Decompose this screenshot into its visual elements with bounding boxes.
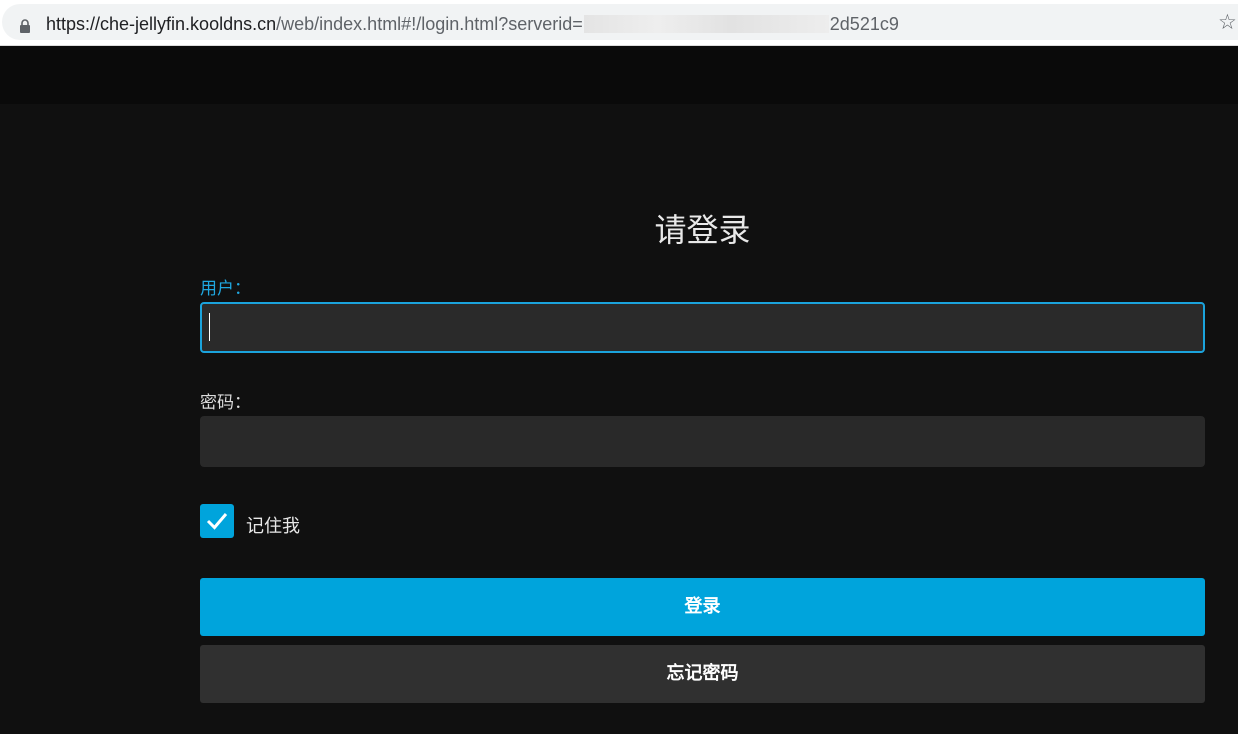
url-tail: 2d521c9: [829, 14, 899, 34]
page-title: 请登录: [654, 211, 751, 249]
lock-icon: [20, 19, 30, 33]
checkmark-icon: [206, 513, 228, 530]
redacted-server-id: [583, 15, 829, 33]
login-button[interactable]: 登录: [200, 578, 1205, 636]
url-path: /web/index.html#!/login.html?serverid=: [276, 14, 583, 34]
address-bar[interactable]: https://che-jellyfin.kooldns.cn/web/inde…: [2, 4, 1238, 40]
app-header: [0, 46, 1238, 104]
url-host: https://che-jellyfin.kooldns.cn: [46, 14, 277, 34]
forgot-password-button[interactable]: 忘记密码: [200, 645, 1205, 703]
browser-toolbar: https://che-jellyfin.kooldns.cn/web/inde…: [0, 0, 1238, 46]
bookmark-star-icon[interactable]: ☆: [1218, 11, 1237, 33]
text-caret: [209, 313, 210, 341]
username-input[interactable]: [200, 302, 1205, 353]
password-input[interactable]: [200, 416, 1205, 467]
username-label: 用户：: [200, 279, 251, 299]
password-label: 密码：: [200, 393, 251, 413]
remember-me-checkbox[interactable]: [200, 504, 234, 538]
remember-me-label[interactable]: 记住我: [246, 512, 300, 538]
url-text[interactable]: https://che-jellyfin.kooldns.cn/web/inde…: [46, 14, 899, 35]
